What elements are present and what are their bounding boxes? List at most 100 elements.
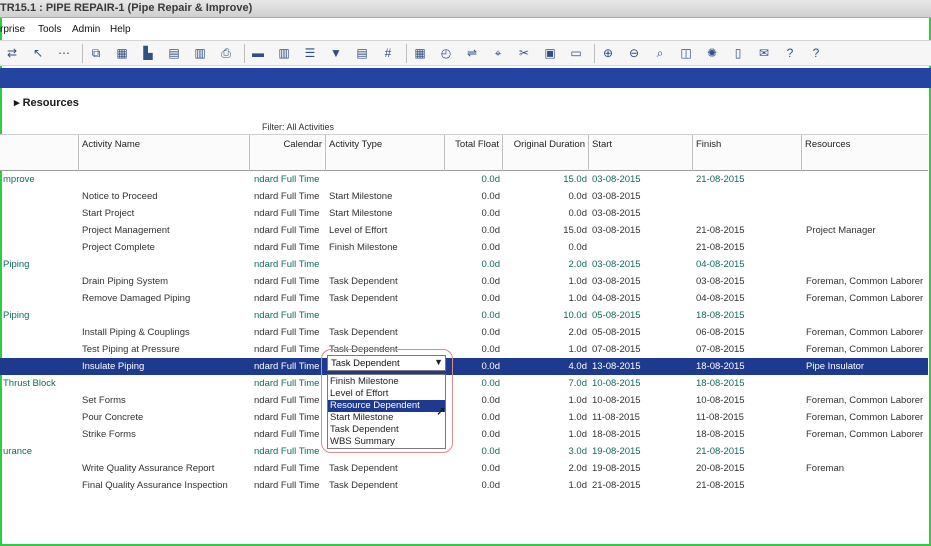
scissors-icon[interactable]: ✂ bbox=[516, 45, 532, 61]
table-row[interactable]: Project Complete ndard Full Time Finish Mi… bbox=[0, 239, 928, 256]
activity-type-cell: Task Dependent bbox=[329, 293, 398, 304]
total-float-cell: 0.0d bbox=[481, 429, 501, 440]
table-row[interactable]: Strike Forms ndard Full Time 0.0d 1.0d 18-08… bbox=[0, 426, 928, 443]
table-row[interactable]: Set Forms ndard Full Time 0.0d 1.0d 10-08-20… bbox=[0, 392, 928, 409]
column-header-blank[interactable] bbox=[0, 135, 79, 171]
zoom-in-icon[interactable]: ⊕ bbox=[600, 45, 616, 61]
table-row[interactable]: Notice to Proceed ndard Full Time Start Mi… bbox=[0, 188, 928, 205]
column-header-start[interactable]: Start bbox=[589, 135, 693, 171]
finish-cell: 21-08-2015 bbox=[696, 242, 745, 253]
table-row[interactable]: Start Project ndard Full Time Start Milest… bbox=[0, 205, 928, 222]
duration-cell: 1.0d bbox=[568, 293, 588, 304]
network-icon[interactable]: ⇌ bbox=[464, 45, 480, 61]
selected-row[interactable]: Insulate Piping ndard Full Time 0.0d 4.0d 13… bbox=[0, 358, 928, 375]
table-icon[interactable]: ▦ bbox=[114, 45, 130, 61]
activity-name: Thrust Block bbox=[3, 378, 56, 389]
calendar-cell: ndard Full Time bbox=[254, 429, 320, 440]
start-cell: 03-08-2015 bbox=[592, 191, 641, 202]
settings-icon[interactable]: ✺ bbox=[704, 45, 720, 61]
dropdown-option[interactable]: Task Dependent bbox=[328, 424, 445, 436]
table-row[interactable]: Pour Concrete ndard Full Time 0.0d 1.0d 11-0… bbox=[0, 409, 928, 426]
duration-cell: 0.0d bbox=[568, 208, 588, 219]
total-float-cell: 0.0d bbox=[481, 242, 501, 253]
column-header-calendar[interactable]: Calendar bbox=[250, 135, 326, 171]
table-row[interactable]: Final Quality Assurance Inspection ndard … bbox=[0, 477, 928, 494]
wbs-row[interactable]: Thrust Block ndard Full Time 0.0d 7.0d 10-08… bbox=[0, 375, 928, 392]
dropdown-option[interactable]: Finish Milestone bbox=[328, 376, 445, 388]
column-header-original-duration[interactable]: Original Duration bbox=[503, 135, 589, 171]
column-header-finish[interactable]: Finish bbox=[693, 135, 802, 171]
panel-icon[interactable]: ▯ bbox=[730, 45, 746, 61]
histogram-icon[interactable]: ▥ bbox=[192, 45, 208, 61]
menu-enterprise[interactable]: rprise bbox=[0, 24, 25, 35]
printer-icon[interactable]: ⎙ bbox=[218, 45, 234, 61]
funnel-icon[interactable]: ▼ bbox=[328, 45, 344, 61]
duration-cell: 4.0d bbox=[568, 361, 588, 372]
link-icon[interactable]: ↖ bbox=[30, 45, 46, 61]
resources-cell: Foreman, Common Laborer bbox=[806, 344, 924, 355]
zoom-fit-icon[interactable]: ⌕ bbox=[652, 45, 668, 61]
activity-name: Pour Concrete bbox=[82, 412, 144, 423]
calendar-cell: ndard Full Time bbox=[254, 208, 320, 219]
more-icon[interactable]: ⋯ bbox=[56, 45, 72, 61]
duration-cell: 1.0d bbox=[568, 429, 588, 440]
group-icon[interactable]: ▤ bbox=[354, 45, 370, 61]
comment-icon[interactable]: ✉ bbox=[756, 45, 772, 61]
menu-help[interactable]: Help bbox=[110, 24, 131, 35]
number-icon[interactable]: # bbox=[380, 45, 396, 61]
dropdown-option[interactable]: Resource Dependent bbox=[328, 400, 445, 412]
table-row[interactable]: Remove Damaged Piping ndard Full Time Task… bbox=[0, 290, 928, 307]
column-header-activity-name[interactable]: Activity Name bbox=[79, 135, 250, 171]
table-row[interactable]: Write Quality Assurance Report ndard Full… bbox=[0, 460, 928, 477]
wbs-row[interactable]: Piping ndard Full Time 0.0d 10.0d 05-08-2015… bbox=[0, 307, 928, 324]
menu-admin[interactable]: Admin bbox=[72, 24, 100, 35]
wbs-row[interactable]: urance ndard Full Time 0.0d 3.0d 19-08-2015 2… bbox=[0, 443, 928, 460]
columns-icon[interactable]: ▥ bbox=[276, 45, 292, 61]
dropdown-option[interactable]: WBS Summary bbox=[328, 436, 445, 448]
help2-icon[interactable]: ? bbox=[808, 45, 824, 61]
calendar-cell: ndard Full Time bbox=[254, 327, 320, 338]
split-icon[interactable]: ◫ bbox=[678, 45, 694, 61]
copy-icon[interactable]: ⧉ bbox=[88, 45, 104, 61]
start-cell: 05-08-2015 bbox=[592, 327, 641, 338]
activity-name: Drain Piping System bbox=[82, 276, 169, 287]
clock-icon[interactable]: ◴ bbox=[438, 45, 454, 61]
bars-icon[interactable]: ▬ bbox=[250, 45, 266, 61]
table-row[interactable]: Drain Piping System ndard Full Time Task D… bbox=[0, 273, 928, 290]
list-icon[interactable]: ☰ bbox=[302, 45, 318, 61]
activity-name: urance bbox=[3, 446, 33, 457]
activity-name: Project Complete bbox=[82, 242, 155, 253]
table-row[interactable]: Project Management ndard Full Time Level o… bbox=[0, 222, 928, 239]
total-float-cell: 0.0d bbox=[481, 361, 501, 372]
activity-name: Notice to Proceed bbox=[82, 191, 158, 202]
layout-icon[interactable]: ▣ bbox=[542, 45, 558, 61]
table-row[interactable]: Install Piping & Couplings ndard Full Tim… bbox=[0, 324, 928, 341]
chevron-down-icon[interactable]: ▼ bbox=[434, 357, 443, 367]
column-header-activity-type[interactable]: Activity Type bbox=[326, 135, 445, 171]
filter-icon[interactable]: ⇄ bbox=[4, 45, 20, 61]
chart-icon[interactable]: ▙ bbox=[140, 45, 156, 61]
wbs-row[interactable]: mprove ndard Full Time 0.0d 15.0d 03-08-2015… bbox=[0, 171, 928, 188]
dropdown-option[interactable]: Level of Effort bbox=[328, 388, 445, 400]
help-icon[interactable]: ? bbox=[782, 45, 798, 61]
start-cell: 03-08-2015 bbox=[592, 174, 641, 185]
assign-icon[interactable]: ⌖ bbox=[490, 45, 506, 61]
duration-cell: 1.0d bbox=[568, 344, 588, 355]
wbs-row[interactable]: Piping ndard Full Time 0.0d 2.0d 03-08-2015 0… bbox=[0, 256, 928, 273]
column-header-resources[interactable]: Resources bbox=[802, 135, 928, 171]
total-float-cell: 0.0d bbox=[481, 480, 501, 491]
toolbar-separator bbox=[406, 44, 407, 63]
column-header-total-float[interactable]: Total Float bbox=[445, 135, 503, 171]
calendar-icon[interactable]: ▦ bbox=[412, 45, 428, 61]
table-row[interactable]: Test Piping at Pressure ndard Full Time Ta… bbox=[0, 341, 928, 358]
zoom-out-icon[interactable]: ⊖ bbox=[626, 45, 642, 61]
menu-tools[interactable]: Tools bbox=[38, 24, 61, 35]
gantt-icon[interactable]: ▤ bbox=[166, 45, 182, 61]
activity-type-dropdown[interactable]: Task Dependent ▼ bbox=[327, 355, 446, 371]
finish-cell: 11-08-2015 bbox=[696, 412, 744, 423]
activity-name: Install Piping & Couplings bbox=[82, 327, 190, 338]
dropdown-option[interactable]: Start Milestone bbox=[328, 412, 445, 424]
start-cell: 11-08-2015 bbox=[592, 412, 640, 423]
window-icon[interactable]: ▭ bbox=[568, 45, 584, 61]
resources-cell: Project Manager bbox=[806, 225, 876, 236]
